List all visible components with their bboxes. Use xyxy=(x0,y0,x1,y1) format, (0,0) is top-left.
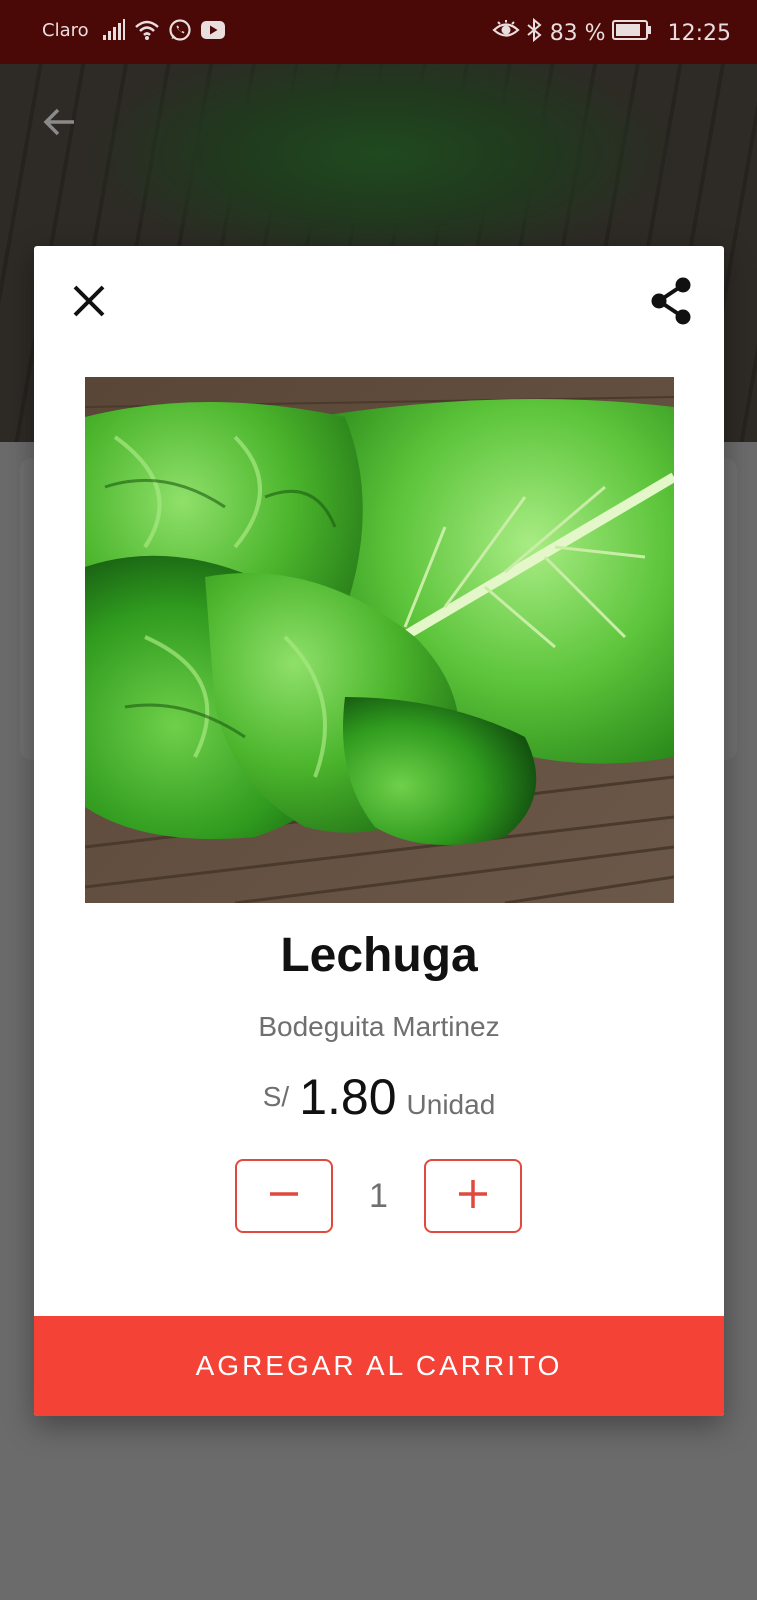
share-icon xyxy=(647,276,695,331)
close-icon xyxy=(69,281,109,326)
battery-icon xyxy=(611,19,652,47)
increase-quantity-button[interactable] xyxy=(424,1159,522,1233)
bluetooth-icon xyxy=(526,17,542,48)
youtube-icon xyxy=(200,20,226,44)
whatsapp-icon xyxy=(168,18,192,46)
plus-icon xyxy=(456,1177,490,1216)
battery-percent: 83 % xyxy=(549,20,606,46)
carrier-label: Claro xyxy=(42,20,89,41)
minus-icon xyxy=(267,1177,301,1216)
status-left-icons xyxy=(102,18,226,46)
product-dialog: Lechuga Bodeguita Martinez S/ 1.80 Unida… xyxy=(34,246,724,1416)
product-name: Lechuga xyxy=(280,929,478,982)
wifi-icon xyxy=(134,19,160,45)
clock: 12:25 xyxy=(667,20,731,46)
price-unit: Unidad xyxy=(406,1089,496,1120)
price-row: S/ 1.80 Unidad xyxy=(34,1068,724,1126)
status-bar: Claro 83 % 12:25 xyxy=(0,0,757,64)
share-button[interactable] xyxy=(644,276,698,330)
status-right-group: 83 % 12:25 xyxy=(492,17,731,48)
store-name: Bodeguita Martinez xyxy=(258,1011,500,1042)
decrease-quantity-button[interactable] xyxy=(235,1159,333,1233)
signal-icon xyxy=(102,19,126,45)
arrow-left-icon[interactable] xyxy=(40,102,80,142)
lettuce-image xyxy=(85,377,674,903)
quantity-value: 1 xyxy=(369,1176,388,1215)
add-to-cart-button[interactable]: AGREGAR AL CARRITO xyxy=(34,1316,724,1416)
eye-icon xyxy=(492,19,520,47)
price-currency: S/ xyxy=(262,1081,290,1112)
price-amount: 1.80 xyxy=(299,1069,397,1125)
close-button[interactable] xyxy=(64,278,114,328)
